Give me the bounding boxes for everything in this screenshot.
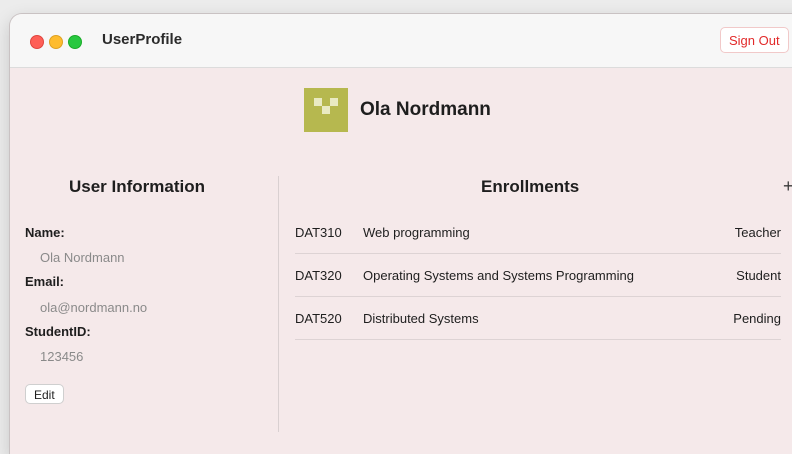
enrollment-row[interactable]: DAT520 Distributed Systems Pending	[295, 297, 781, 340]
title-bar: UserProfile Sign Out	[10, 14, 792, 68]
course-name: Operating Systems and Systems Programmin…	[363, 268, 634, 283]
course-name: Distributed Systems	[363, 311, 479, 326]
course-code: DAT520	[295, 311, 342, 326]
enrollment-status: Teacher	[734, 225, 781, 240]
email-label: Email:	[25, 274, 65, 289]
close-window-button[interactable]	[30, 35, 44, 49]
student-id-value: 123456	[40, 349, 84, 364]
enrollment-status: Pending	[733, 311, 781, 326]
enrollments-list: DAT310 Web programming Teacher DAT320 Op…	[295, 211, 781, 340]
student-id-label: StudentID:	[25, 324, 91, 339]
sign-out-button[interactable]: Sign Out	[720, 27, 789, 53]
window-title: UserProfile	[102, 31, 183, 48]
zoom-window-button[interactable]	[68, 35, 82, 49]
enrollment-status: Student	[736, 268, 781, 283]
user-name-heading: Ola Nordmann	[360, 99, 491, 120]
user-information-heading: User Information	[69, 177, 206, 196]
app-window: UserProfile Sign Out Ola Nordmann User I…	[10, 14, 792, 454]
column-divider	[278, 176, 279, 432]
add-enrollment-plus-icon[interactable]: +	[783, 176, 792, 197]
avatar-identicon-icon	[304, 88, 348, 132]
name-label: Name:	[25, 225, 65, 240]
email-value: ola@nordmann.no	[40, 300, 148, 315]
enrollments-heading: Enrollments	[481, 177, 580, 196]
course-code: DAT310	[295, 225, 342, 240]
enrollment-row[interactable]: DAT320 Operating Systems and Systems Pro…	[295, 254, 781, 297]
course-name: Web programming	[363, 225, 470, 240]
enrollment-row[interactable]: DAT310 Web programming Teacher	[295, 211, 781, 254]
name-value: Ola Nordmann	[40, 250, 125, 265]
minimize-window-button[interactable]	[49, 35, 63, 49]
course-code: DAT320	[295, 268, 342, 283]
edit-button[interactable]: Edit	[25, 384, 64, 404]
